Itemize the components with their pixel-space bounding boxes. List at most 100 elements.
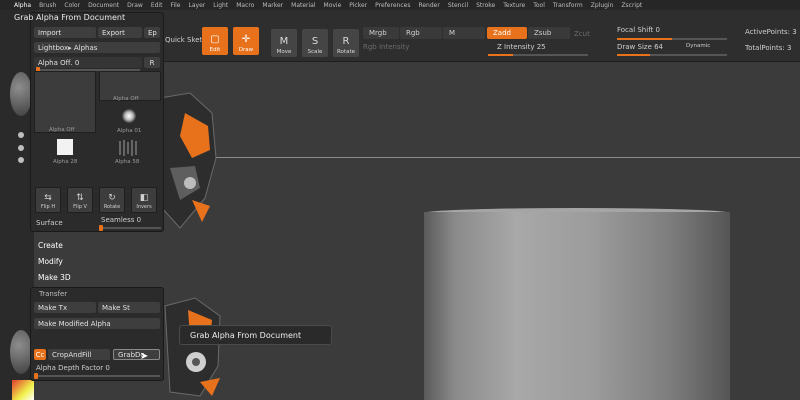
dynamic-button[interactable]: Dynamic xyxy=(686,43,710,49)
edit-button[interactable]: ▢ Edit xyxy=(202,27,228,55)
menu-item-zscript[interactable]: Zscript xyxy=(617,2,646,9)
draw-size-slider[interactable]: Draw Size 64 xyxy=(617,43,663,51)
rgb-button[interactable]: Rgb xyxy=(400,27,442,39)
scale-button[interactable]: S Scale xyxy=(302,29,328,57)
draw-icon: ✛ xyxy=(241,34,251,45)
r-button[interactable]: R xyxy=(144,57,160,68)
menu-bar: Alpha Brush Color Document Draw Edit File Layer… xyxy=(0,0,800,10)
cc-button[interactable]: Cc xyxy=(34,349,46,360)
menu-item-material[interactable]: Material xyxy=(287,2,319,9)
mrgb-button[interactable]: Mrgb xyxy=(363,27,399,39)
menu-item-stencil[interactable]: Stencil xyxy=(444,2,472,9)
invers-button[interactable]: ◧ Invers xyxy=(131,187,157,213)
seamless-knob[interactable] xyxy=(99,225,103,231)
edit-label: Edit xyxy=(209,47,221,53)
rotate-button[interactable]: R Rotate xyxy=(333,29,359,57)
stroke-dot-icon[interactable] xyxy=(18,145,24,151)
total-points-readout: TotalPoints: 3 xyxy=(745,44,792,52)
seamless-track xyxy=(99,227,161,229)
alpha-depth-track xyxy=(34,375,160,377)
menu-item-render[interactable]: Render xyxy=(414,2,443,9)
edit-icon: ▢ xyxy=(210,34,220,45)
current-alpha-thumb[interactable] xyxy=(34,71,96,133)
ep-button[interactable]: Ep xyxy=(144,27,160,38)
transfer-palette: Transfer Make Tx Make St Make Modified A… xyxy=(30,287,164,381)
flip-v-icon: ⇅ xyxy=(76,193,84,203)
cylinder-model xyxy=(424,212,730,400)
invert-icon: ◧ xyxy=(139,193,149,203)
surface-button[interactable]: Surface xyxy=(36,219,63,227)
menu-item-marker[interactable]: Marker xyxy=(258,2,287,9)
z-intensity-fill xyxy=(488,54,513,56)
flip-h-label: Flip H xyxy=(40,204,56,210)
rgb-intensity-slider[interactable]: Rgb Intensity xyxy=(363,43,409,51)
move-icon: M xyxy=(279,36,289,47)
flip-h-button[interactable]: ⇆ Flip H xyxy=(35,187,61,213)
zsub-button[interactable]: Zsub xyxy=(528,27,570,39)
alpha-off-caption: Alpha Off xyxy=(113,96,139,102)
make-modified-alpha-button[interactable]: Make Modified Alpha xyxy=(34,318,160,329)
lightbox-alphas-button[interactable]: Lightbox▸ Alphas xyxy=(34,42,160,53)
material-preview-sphere[interactable] xyxy=(10,330,32,374)
menu-item-document[interactable]: Document xyxy=(84,2,123,9)
z-intensity-slider[interactable]: Z Intensity 25 xyxy=(497,43,546,51)
m-button[interactable]: M xyxy=(443,27,485,39)
alpha58-thumb[interactable] xyxy=(117,139,141,157)
current-alpha-caption: Alpha Off xyxy=(49,127,75,133)
menu-item-texture[interactable]: Texture xyxy=(499,2,529,9)
move-button[interactable]: M Move xyxy=(271,29,297,57)
focal-shift-slider[interactable]: Focal Shift 0 xyxy=(617,26,660,34)
menu-item-draw[interactable]: Draw xyxy=(123,2,147,9)
menu-item-stroke[interactable]: Stroke xyxy=(472,2,499,9)
draw-label: Draw xyxy=(238,47,254,53)
stroke-dot-icon[interactable] xyxy=(18,132,24,138)
alpha01-caption: Alpha 01 xyxy=(117,128,142,134)
menu-item-preferences[interactable]: Preferences xyxy=(371,2,414,9)
seamless-slider[interactable]: Seamless 0 xyxy=(101,216,141,224)
alpha28-thumb[interactable] xyxy=(57,139,73,155)
make-3d-menu[interactable]: Make 3D xyxy=(38,271,78,284)
alpha-depth-knob[interactable] xyxy=(34,373,38,379)
import-button[interactable]: Import xyxy=(34,27,96,38)
menu-item-alpha[interactable]: Alpha xyxy=(10,2,35,9)
alpha58-caption: Alpha 58 xyxy=(115,159,140,165)
make-tx-button[interactable]: Make Tx xyxy=(34,302,96,313)
modify-menu[interactable]: Modify xyxy=(38,255,78,268)
color-picker-swatch[interactable] xyxy=(12,380,34,400)
menu-item-light[interactable]: Light xyxy=(209,2,232,9)
menu-item-brush[interactable]: Brush xyxy=(35,2,60,9)
menu-item-movie[interactable]: Movie xyxy=(320,2,346,9)
focal-shift-fill xyxy=(617,38,672,40)
stroke-dot-icon[interactable] xyxy=(18,157,24,163)
crop-and-fill-button[interactable]: CropAndFill xyxy=(48,349,110,360)
rotate-alpha-button[interactable]: ↻ Rotate xyxy=(99,187,125,213)
menu-item-zplugin[interactable]: Zplugin xyxy=(587,2,618,9)
make-st-button[interactable]: Make St xyxy=(98,302,160,313)
alpha-depth-factor-slider[interactable]: Alpha Depth Factor 0 xyxy=(36,364,110,372)
menu-item-tool[interactable]: Tool xyxy=(529,2,549,9)
alpha01-thumb[interactable] xyxy=(122,109,136,123)
draw-size-fill xyxy=(617,54,650,56)
flip-v-button[interactable]: ⇅ Flip V xyxy=(67,187,93,213)
grab-doc-button[interactable]: GrabDo xyxy=(113,349,160,360)
menu-item-color[interactable]: Color xyxy=(60,2,84,9)
menu-item-macro[interactable]: Macro xyxy=(232,2,258,9)
alpha-off-slider[interactable]: Alpha Off. 0 xyxy=(34,57,142,68)
active-points-readout: ActivePoints: 3 xyxy=(745,28,797,36)
draw-button[interactable]: ✛ Draw xyxy=(233,27,259,55)
menu-item-layer[interactable]: Layer xyxy=(185,2,210,9)
create-menu[interactable]: Create xyxy=(38,239,78,252)
scale-label: Scale xyxy=(307,49,323,55)
brush-preview-sphere[interactable] xyxy=(10,72,32,116)
zadd-button[interactable]: Zadd xyxy=(487,27,527,39)
alpha-palette: Import Export Ep Lightbox▸ Alphas Alpha … xyxy=(30,12,164,232)
scale-icon: S xyxy=(311,36,319,47)
menu-item-transform[interactable]: Transform xyxy=(549,2,587,9)
transfer-header[interactable]: Transfer xyxy=(39,290,67,298)
zcut-button[interactable]: Zcut xyxy=(574,30,590,38)
menu-item-picker[interactable]: Picker xyxy=(345,2,371,9)
export-button[interactable]: Export xyxy=(98,27,142,38)
menu-item-edit[interactable]: Edit xyxy=(147,2,167,9)
menu-item-file[interactable]: File xyxy=(166,2,184,9)
alpha28-caption: Alpha 28 xyxy=(53,159,78,165)
